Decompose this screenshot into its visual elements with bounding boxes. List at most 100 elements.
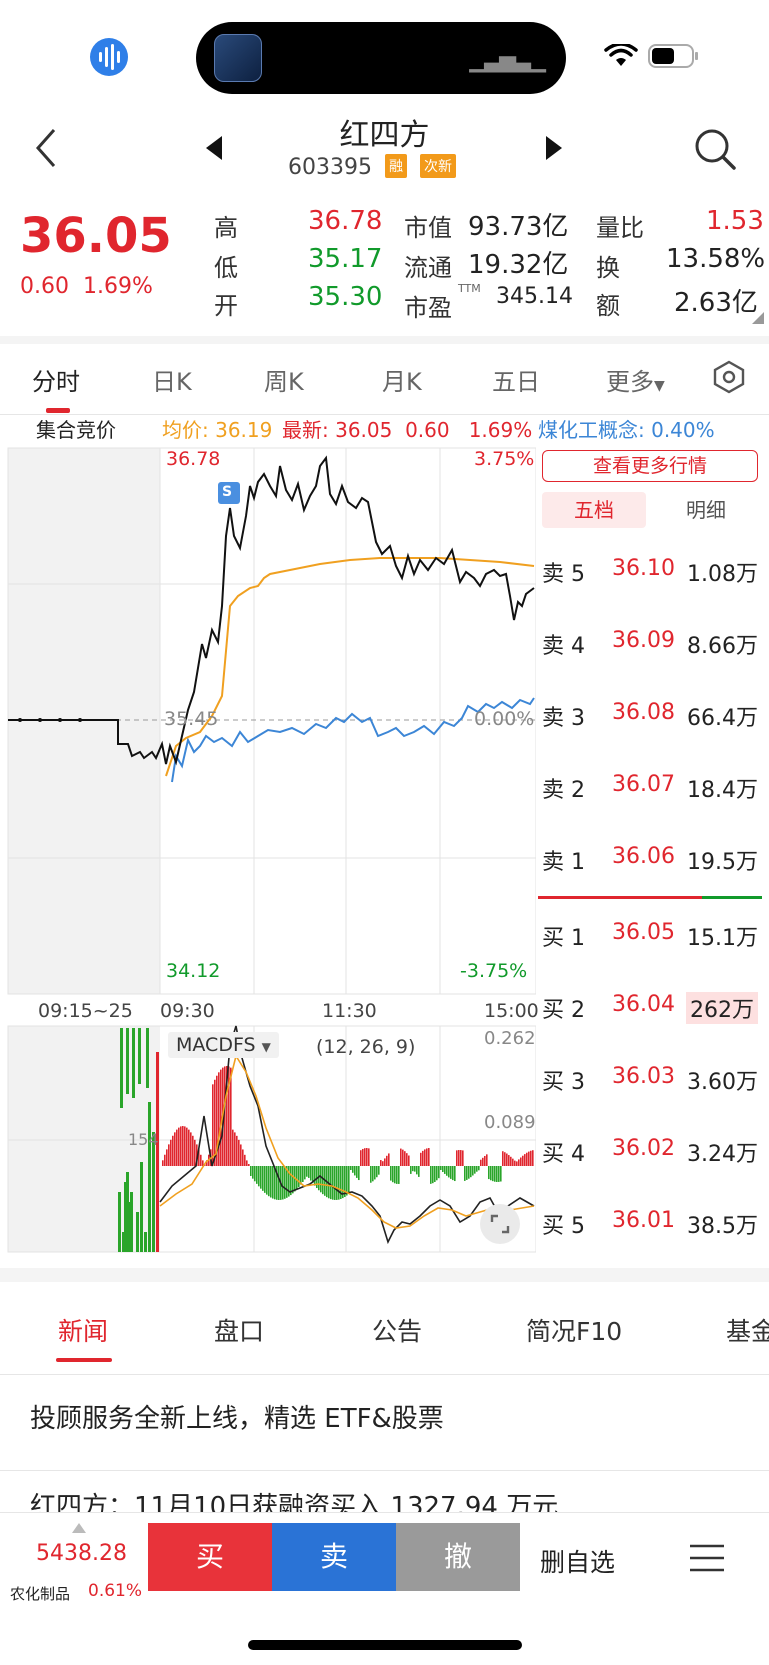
sell-button[interactable]: 卖: [272, 1523, 396, 1591]
tab-intraday[interactable]: 分时: [32, 362, 80, 397]
tab-more[interactable]: 更多▼: [606, 362, 665, 397]
tab-f10-profile[interactable]: 简况F10: [526, 1312, 622, 1348]
news-item[interactable]: 投顾服务全新上线，精选 ETF&股票: [30, 1398, 444, 1435]
macd-bar: [378, 1166, 380, 1175]
tab-daily-k[interactable]: 日K: [152, 362, 192, 397]
ask-row[interactable]: 卖 4 36.09 8.66万: [542, 622, 762, 662]
low-value: 35.17: [308, 244, 383, 274]
macd-bar: [336, 1166, 338, 1200]
search-icon[interactable]: [694, 128, 738, 172]
ask-level-label: 卖 5: [542, 562, 585, 587]
macd-indicator-select[interactable]: MACDFS ▼: [168, 1032, 279, 1058]
tab-trade-detail[interactable]: 明细: [656, 492, 756, 528]
tab-five-day[interactable]: 五日: [492, 362, 540, 397]
concept-index-label[interactable]: 煤化工概念: 0.40%: [538, 414, 715, 443]
macd-bar: [504, 1152, 506, 1166]
settings-hexagon-icon[interactable]: [712, 360, 746, 394]
macd-bar: [310, 1166, 312, 1181]
macd-bar: [508, 1155, 510, 1166]
macd-bar: [292, 1166, 294, 1194]
macd-bar: [258, 1166, 260, 1187]
remove-watchlist-button[interactable]: 删自选: [540, 1543, 615, 1579]
time-midday: 11:30: [322, 1000, 377, 1022]
voice-assistant-icon[interactable]: [90, 38, 128, 76]
macd-bar: [486, 1154, 488, 1166]
macd-bar: [442, 1166, 444, 1172]
macd-bar: [262, 1166, 264, 1191]
ask-volume: 66.4万: [687, 706, 758, 731]
macd-bar: [446, 1166, 448, 1176]
macd-bar: [282, 1166, 284, 1200]
macd-histogram: [162, 1066, 534, 1200]
macd-bar: [298, 1166, 300, 1187]
intraday-chart[interactable]: 36.78 3.75% 35.45 0.00% 34.12 -3.75% S 0…: [0, 446, 539, 1256]
bid-level-label: 买 5: [542, 1214, 585, 1239]
avg-price-label: 均价: 36.19: [162, 418, 273, 442]
macd-bar: [394, 1166, 396, 1184]
chevron-down-icon: ▼: [654, 378, 665, 394]
tab-news[interactable]: 新闻: [58, 1312, 108, 1348]
macd-bar: [410, 1166, 412, 1174]
bid-row[interactable]: 买 5 36.01 38.5万: [542, 1202, 762, 1242]
ask-row[interactable]: 卖 3 36.08 66.4万: [542, 694, 762, 734]
macd-bar: [500, 1166, 502, 1182]
ask-price: 36.08: [612, 700, 675, 725]
latest-pct-text: 1.69%: [468, 418, 533, 442]
cancel-order-button[interactable]: 撤: [396, 1523, 520, 1591]
tab-order-book[interactable]: 盘口: [214, 1312, 264, 1348]
more-quotes-button[interactable]: 查看更多行情: [542, 450, 758, 482]
auction-volume-bar: [126, 1028, 129, 1094]
next-stock-icon[interactable]: [544, 134, 564, 162]
macd-bar: [242, 1149, 244, 1166]
macd-bar: [338, 1166, 340, 1200]
bid-price: 36.02: [612, 1136, 675, 1161]
bid-price: 36.05: [612, 920, 675, 945]
auction-volume-bar: [118, 1192, 121, 1252]
time-auction: 09:15~25: [38, 1000, 133, 1022]
macd-bar: [398, 1166, 400, 1184]
macd-bar: [166, 1149, 168, 1166]
ask-row[interactable]: 卖 5 36.10 1.08万: [542, 550, 762, 590]
ask-row[interactable]: 卖 2 36.07 18.4万: [542, 766, 762, 806]
macd-bar: [278, 1166, 280, 1200]
macd-bar: [462, 1150, 464, 1166]
bid-row[interactable]: 买 2 36.04 262万: [542, 986, 762, 1026]
macd-bar: [314, 1166, 316, 1186]
tab-monthly-k[interactable]: 月K: [382, 362, 422, 397]
macd-bar: [218, 1072, 220, 1166]
sector-index-value[interactable]: 5438.28: [36, 1541, 127, 1566]
tab-announcements[interactable]: 公告: [372, 1312, 422, 1348]
macd-bar: [472, 1166, 474, 1176]
bid-row[interactable]: 买 1 36.05 15.1万: [542, 914, 762, 954]
macd-bar: [174, 1132, 176, 1166]
up-arrow-icon: [72, 1523, 86, 1533]
macd-bar: [474, 1166, 476, 1174]
buy-button[interactable]: 买: [148, 1523, 272, 1591]
bid-row[interactable]: 买 4 36.02 3.24万: [542, 1130, 762, 1170]
fullscreen-button[interactable]: [480, 1204, 520, 1244]
auction-volume-bar: [146, 1028, 149, 1088]
tab-weekly-k[interactable]: 周K: [264, 362, 304, 397]
macd-bar: [182, 1126, 184, 1166]
pe-label: 市盈: [404, 294, 452, 322]
macd-bar: [452, 1166, 454, 1181]
macd-bar: [244, 1154, 246, 1166]
macd-bar: [348, 1166, 350, 1194]
macd-bar: [272, 1166, 274, 1199]
macd-name: MACDFS: [176, 1034, 256, 1056]
macd-bar: [458, 1150, 460, 1166]
expand-corner-icon[interactable]: [752, 312, 764, 324]
macd-bar: [180, 1126, 182, 1166]
menu-icon[interactable]: [688, 1543, 726, 1573]
ask-row[interactable]: 卖 1 36.06 19.5万: [542, 838, 762, 878]
bid-row[interactable]: 买 3 36.03 3.60万: [542, 1058, 762, 1098]
macd-bar: [374, 1166, 376, 1180]
tab-funds[interactable]: 基金: [726, 1312, 769, 1348]
macd-bar: [430, 1166, 432, 1184]
auction-volume-value: 154: [128, 1130, 159, 1149]
tab-five-levels[interactable]: 五档: [542, 492, 646, 528]
bid-level-label: 买 2: [542, 998, 585, 1023]
s-marker-label[interactable]: S: [222, 484, 232, 500]
ask-level-label: 卖 4: [542, 634, 585, 659]
macd-bar: [470, 1166, 472, 1178]
